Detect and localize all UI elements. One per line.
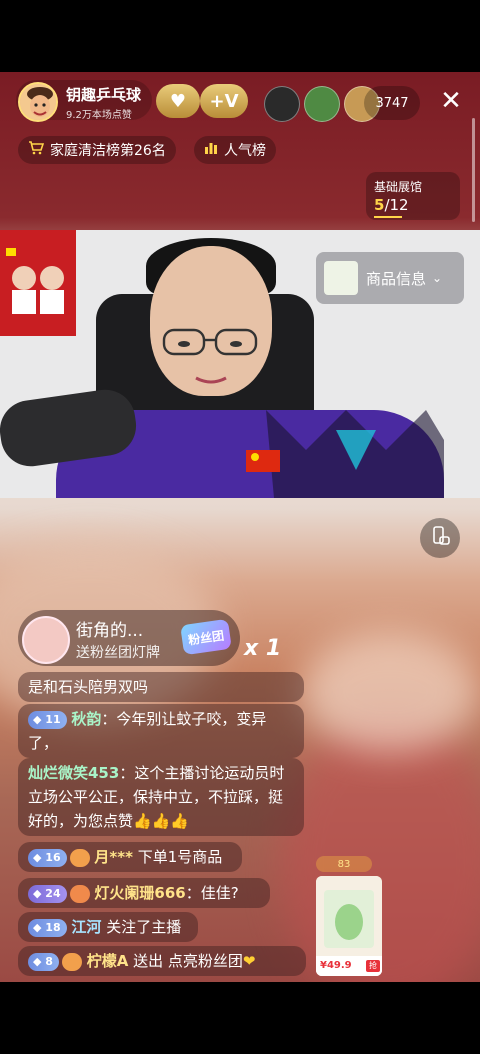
- follow-label: +V: [209, 90, 239, 112]
- level-badge: ◆ 11: [28, 710, 67, 729]
- gift-description: 送粉丝团灯牌: [76, 645, 160, 661]
- popularity-label: 人气榜: [224, 143, 266, 159]
- gift-sender-avatar[interactable]: [22, 616, 70, 664]
- exhibition-badge[interactable]: 基础展馆 5/12: [366, 172, 460, 220]
- coin-reward[interactable]: 83: [316, 856, 372, 872]
- thumbs-up-icon: 👍👍👍: [133, 812, 190, 830]
- chat-message[interactable]: ◆ 8 柠檬A 送出 点亮粉丝团❤: [18, 946, 306, 976]
- fan-badge: [69, 848, 90, 867]
- level-value: 8: [45, 954, 53, 968]
- host-likes: 9.2万本场点赞: [66, 110, 132, 121]
- level-value: 16: [45, 850, 61, 864]
- host-face: [150, 246, 272, 396]
- heart-badge-button[interactable]: ♥: [156, 84, 200, 118]
- chat-message[interactable]: 是和石头陪男双吗: [18, 672, 304, 702]
- chat-username: 柠檬A: [86, 952, 129, 970]
- rank-chip[interactable]: 家庭清洁榜第26名: [18, 136, 176, 164]
- chat-username: 灯火阑珊666: [94, 884, 186, 902]
- scrollbar[interactable]: [472, 118, 475, 222]
- fan-badge: [61, 952, 82, 971]
- follow-button[interactable]: +V: [200, 84, 248, 118]
- popularity-chip[interactable]: 人气榜: [194, 136, 276, 164]
- viewer-avatar[interactable]: [264, 86, 300, 122]
- product-info-label: 商品信息: [366, 269, 427, 288]
- product-info-button[interactable]: 商品信息 ⌄: [316, 252, 464, 304]
- product-thumbnail: [324, 261, 358, 295]
- screen-rotate-icon: [429, 525, 451, 551]
- chat-username: 江河: [71, 918, 102, 936]
- chat-message[interactable]: 灿烂微笑453：这个主播讨论运动员时立场公平公正，保持中立，不拉踩，挺好的，为您…: [18, 758, 304, 836]
- chat-text: 关注了主播: [106, 918, 182, 936]
- exhibition-title: 基础展馆: [374, 180, 423, 194]
- host-avatar[interactable]: [18, 82, 58, 122]
- chat-message[interactable]: ◆ 18 江河 关注了主播: [18, 912, 198, 942]
- coin-label: 83: [337, 858, 351, 870]
- rank-label: 家庭清洁榜第26名: [50, 143, 166, 159]
- chat-message[interactable]: ◆ 11 秋韵：今年别让蚊子咬，变异了，: [18, 704, 304, 758]
- chat-text: 是和石头陪男双吗: [28, 678, 149, 696]
- chat-message[interactable]: ◆ 24 灯火阑珊666：佳佳?: [18, 878, 270, 908]
- level-badge: ◆ 8: [28, 952, 59, 971]
- product-card[interactable]: ¥49.9 抢: [316, 876, 382, 976]
- gift-sender-name: 街角的...: [76, 621, 144, 641]
- viewer-count-value: 3747: [375, 95, 409, 111]
- heart-icon: ❤: [242, 952, 256, 970]
- chat-username: 灿烂微笑453: [28, 764, 120, 782]
- exhibition-underline: [374, 216, 402, 218]
- exhibition-current: 5: [374, 196, 385, 214]
- gift-multiplier: x 1: [244, 636, 282, 661]
- level-value: 11: [45, 712, 61, 726]
- screen-toggle-button[interactable]: [420, 518, 460, 558]
- viewer-count[interactable]: 3747: [364, 86, 420, 120]
- cart-icon: [28, 140, 45, 160]
- level-badge: ◆ 16: [28, 848, 67, 867]
- close-button[interactable]: ✕: [436, 86, 466, 116]
- chat-text: ：佳佳?: [185, 884, 239, 902]
- viewer-avatar[interactable]: [304, 86, 340, 122]
- live-stream-screen: 钥趣乒乓球 9.2万本场点赞 ♥ +V 3747 ✕ 家庭清洁榜第26名 人气榜…: [0, 72, 480, 982]
- chat-text: 下单1号商品: [137, 848, 223, 866]
- fan-badge: [69, 884, 90, 903]
- chat-text: 送出 点亮粉丝团: [133, 952, 243, 970]
- exhibition-total: 12: [389, 196, 409, 214]
- chat-message[interactable]: ◆ 16 月*** 下单1号商品: [18, 842, 242, 872]
- level-badge: ◆ 24: [28, 884, 67, 903]
- exhibition-progress: 5/12: [374, 196, 409, 214]
- close-icon: ✕: [440, 86, 462, 116]
- background-blur: [300, 632, 480, 752]
- level-value: 18: [45, 920, 61, 934]
- wall-poster: [0, 230, 76, 336]
- chevron-down-icon: ⌄: [432, 271, 443, 285]
- heart-icon: ♥: [169, 90, 187, 112]
- bar-chart-icon: [204, 141, 218, 159]
- level-value: 24: [45, 886, 61, 900]
- product-buy-tag: 抢: [366, 960, 380, 972]
- level-badge: ◆ 18: [28, 918, 67, 937]
- chat-username: 秋韵: [71, 710, 102, 728]
- chat-username: 月***: [94, 848, 133, 866]
- product-price: ¥49.9: [320, 960, 352, 971]
- host-name: 钥趣乒乓球: [66, 86, 142, 104]
